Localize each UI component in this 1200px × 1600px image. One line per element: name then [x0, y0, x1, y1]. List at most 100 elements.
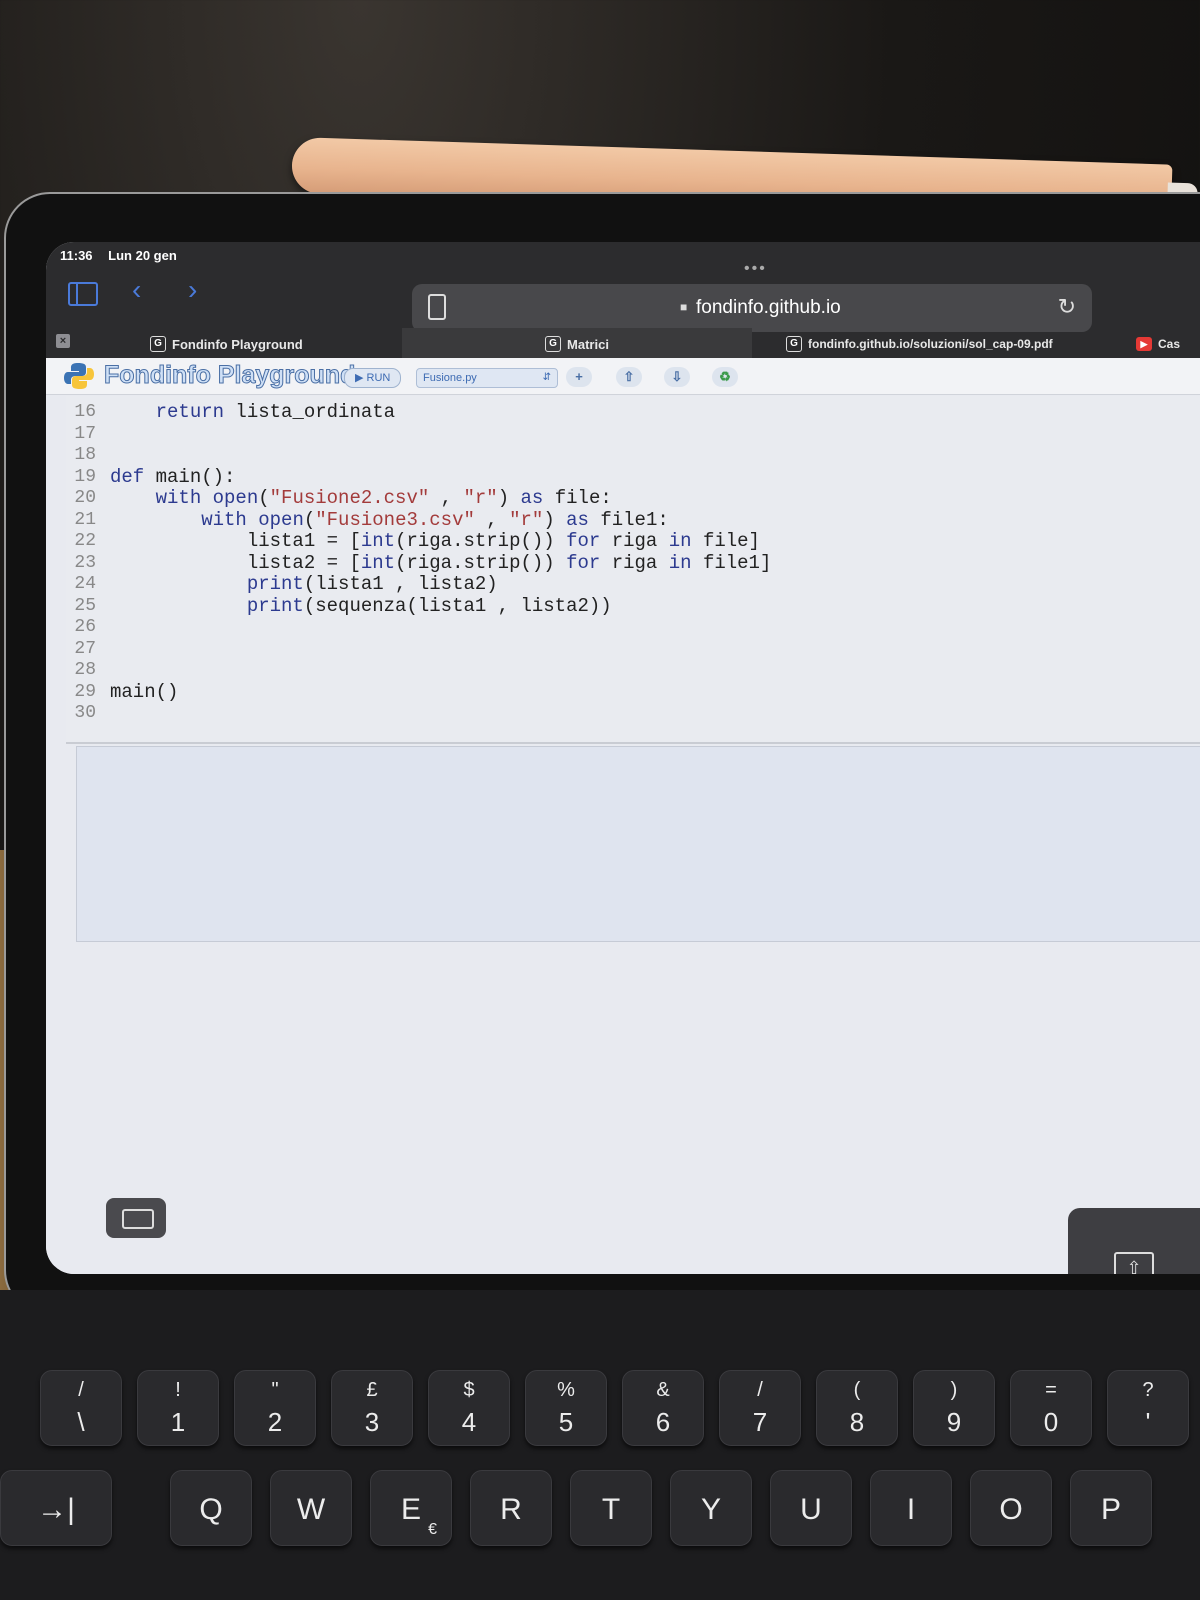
key-1[interactable]: ! 1 [137, 1370, 219, 1446]
key-e[interactable]: E € [370, 1470, 452, 1546]
key-6[interactable]: & 6 [622, 1370, 704, 1446]
add-file-button[interactable]: + [566, 367, 592, 387]
chevron-left-icon[interactable]: ‹ [132, 276, 141, 304]
recycle-icon[interactable]: ♻ [712, 367, 738, 387]
key-y[interactable]: Y [670, 1470, 752, 1546]
key-\[interactable]: / \ [40, 1370, 122, 1446]
tab-fondinfo-playground[interactable]: G Fondinfo Playground [150, 328, 400, 360]
key-label: W [296, 1493, 326, 1526]
key-i[interactable]: I [870, 1470, 952, 1546]
key-shift-label: / [78, 1379, 84, 1401]
line-number: 24 [74, 574, 96, 594]
line-number: 21 [74, 509, 96, 530]
key-shift-label: / [757, 1379, 763, 1401]
key-shift-label: = [1045, 1379, 1057, 1401]
status-date: Lun 20 gen [108, 248, 177, 263]
key-0[interactable]: = 0 [1010, 1370, 1092, 1446]
key-4[interactable]: $4 [428, 1370, 510, 1446]
key-r[interactable]: R [470, 1470, 552, 1546]
tab-label: Fondinfo Playground [172, 336, 303, 352]
site-favicon-icon: G [545, 336, 562, 352]
key-shift-label: " [271, 1379, 279, 1401]
key-tab[interactable]: →| [0, 1470, 112, 1546]
file-select[interactable]: Fusione.py ⇵ [416, 368, 558, 388]
line-number: 17 [74, 423, 96, 444]
keyboard-icon[interactable] [106, 1198, 166, 1238]
tab-bar: G Fondinfo Playground G Matrici G fondin… [46, 328, 1200, 360]
key-'[interactable]: ? ' [1107, 1370, 1189, 1446]
chevron-updown-icon: ⇵ [542, 372, 551, 383]
code-line: print(lista1 , lista2) [246, 573, 498, 595]
key-q[interactable]: Q [170, 1470, 252, 1546]
key-9[interactable]: ) 9 [913, 1370, 995, 1446]
upload-icon[interactable]: ⇧ [616, 367, 642, 387]
run-label: RUN [366, 372, 391, 384]
key-label: 8 [849, 1407, 865, 1437]
sidebar-icon[interactable] [68, 282, 98, 306]
reload-icon[interactable]: ↻ [1058, 294, 1076, 320]
code-text[interactable]: return lista_ordinata def main(): with o… [110, 401, 772, 725]
python-logo-icon [64, 363, 94, 389]
tab-sol-cap-09[interactable]: G fondinfo.github.io/soluzioni/sol_cap-0… [786, 328, 1126, 360]
lock-icon: ■ [680, 300, 688, 314]
key-t[interactable]: T [570, 1470, 652, 1546]
url-bar[interactable]: ■ fondinfo.github.io ↻ [412, 284, 1092, 332]
key-2[interactable]: " 2 [234, 1370, 316, 1446]
line-number: 16 [74, 402, 96, 422]
youtube-icon: ▶ [1136, 337, 1152, 351]
tab-matrici[interactable]: G Matrici [402, 328, 752, 360]
tab-cas[interactable]: ▶ Cas [1136, 328, 1200, 360]
key-label: Y [700, 1493, 721, 1526]
key-3[interactable]: £3 [331, 1370, 413, 1446]
key-8[interactable]: (8 [816, 1370, 898, 1446]
code-line: def main(): [110, 465, 236, 488]
line-number: 26 [74, 617, 96, 637]
key-label: 5 [558, 1407, 574, 1437]
line-number: 20 [74, 488, 96, 508]
code-line: print(sequenza(lista1 , lista2)) [246, 594, 612, 617]
chevron-right-icon[interactable]: › [188, 276, 197, 304]
line-number: 29 [74, 681, 96, 702]
key-shift-label: % [557, 1379, 575, 1401]
url-text: fondinfo.github.io [696, 297, 841, 318]
line-number: 27 [74, 638, 96, 659]
key-label: O [999, 1493, 1023, 1526]
line-number: 30 [74, 703, 96, 723]
file-select-value: Fusione.py [423, 372, 477, 384]
key-5[interactable]: % 5 [525, 1370, 607, 1446]
download-icon[interactable]: ⇩ [664, 367, 690, 387]
key-label: \ [77, 1407, 85, 1437]
code-line: lista2 = [int(riga.strip()) for riga in … [110, 551, 772, 574]
tabs-icon[interactable] [428, 294, 446, 320]
tab-label: fondinfo.github.io/soluzioni/sol_cap-09.… [808, 337, 1053, 351]
run-button[interactable]: ▶ RUN [344, 368, 402, 388]
key-p[interactable]: P [1070, 1470, 1152, 1546]
key-w[interactable]: W [270, 1470, 352, 1546]
share-up-icon[interactable]: ⇧ [1114, 1252, 1154, 1274]
code-line: lista1 = [int(riga.strip()) for riga in … [110, 530, 760, 552]
key-label: 7 [752, 1407, 768, 1437]
key-o[interactable]: O [970, 1470, 1052, 1546]
key-label: E [400, 1493, 421, 1526]
tab-label: Matrici [567, 336, 609, 352]
key-label: 6 [655, 1407, 671, 1437]
share-panel[interactable]: ⇧ [1068, 1208, 1200, 1274]
status-bar: 11:36 Lun 20 gen [60, 248, 189, 263]
key-shift-label: ! [175, 1379, 181, 1401]
key-u[interactable]: U [770, 1470, 852, 1546]
output-console[interactable] [76, 746, 1200, 942]
more-dots-icon[interactable]: ••• [744, 260, 767, 278]
key-7[interactable]: /7 [719, 1370, 801, 1446]
code-line: return lista_ordinata [155, 401, 396, 423]
code-line: main() [110, 680, 179, 703]
site-favicon-icon: G [786, 336, 802, 352]
ipad-screen: 11:36 Lun 20 gen ••• ‹ › ■ fondinfo.gith… [46, 242, 1200, 1274]
key-label: 0 [1043, 1407, 1059, 1437]
code-editor[interactable]: 16 17 18 19 20 21 22 23 24 25 26 27 28 29 30 return li… [66, 396, 1200, 744]
line-number: 18 [74, 445, 96, 465]
line-number: 28 [74, 660, 96, 680]
key-label: 1 [170, 1407, 186, 1437]
